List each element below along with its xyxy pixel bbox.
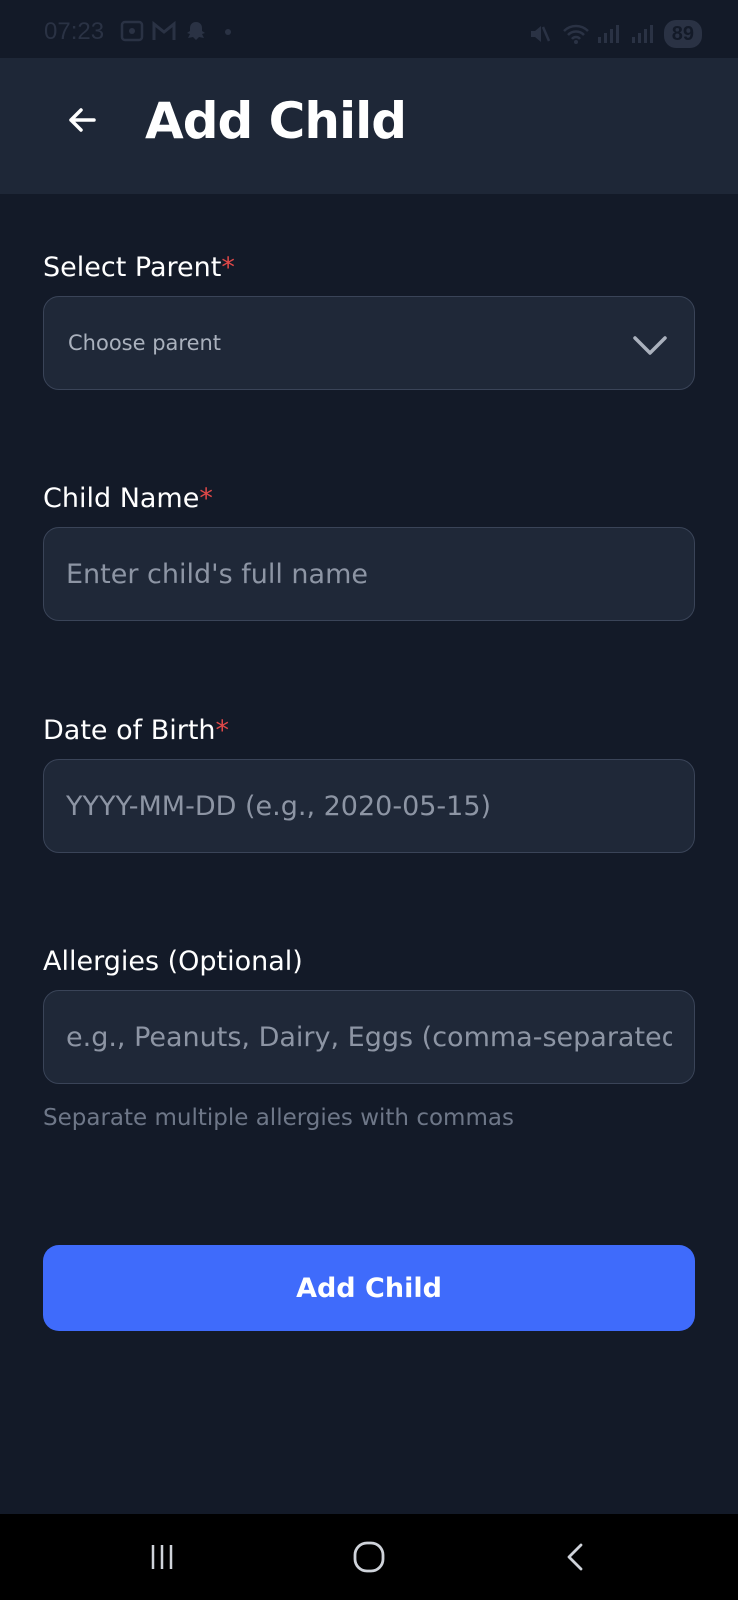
chevron-down-icon: [633, 336, 667, 355]
dob-field-container: [43, 759, 695, 853]
child-name-label-text: Child Name: [43, 483, 200, 514]
dob-input[interactable]: [44, 760, 694, 852]
page-title: Add Child: [145, 92, 407, 150]
recents-button[interactable]: [132, 1534, 192, 1580]
arrow-left-icon: [69, 108, 96, 132]
select-parent-label: Select Parent*: [43, 252, 235, 283]
status-icons-left: [120, 20, 240, 42]
status-time: 07:23: [44, 18, 105, 45]
back-button[interactable]: [56, 94, 108, 146]
add-child-button[interactable]: Add Child: [43, 1245, 695, 1331]
status-icons-right: 89: [528, 20, 702, 48]
allergies-label-text: Allergies (Optional): [43, 946, 303, 977]
allergies-label: Allergies (Optional): [43, 946, 303, 977]
battery-indicator: 89: [663, 20, 702, 48]
mute-icon: [528, 23, 552, 45]
wifi-icon: [562, 23, 589, 45]
dob-label-text: Date of Birth: [43, 715, 216, 746]
child-name-input[interactable]: [44, 528, 694, 620]
required-mark: *: [215, 715, 230, 746]
select-parent-label-text: Select Parent: [43, 252, 222, 283]
allergies-input[interactable]: [44, 991, 694, 1083]
status-bar: 07:23 89: [0, 0, 738, 58]
child-name-label: Child Name*: [43, 483, 213, 514]
gmail-icon: [152, 20, 176, 42]
back-chevron-icon: [567, 1543, 583, 1571]
home-icon: [353, 1541, 385, 1573]
screenshot-icon: [120, 20, 144, 42]
parent-select-value: Choose parent: [68, 331, 222, 355]
parent-select[interactable]: Choose parent: [43, 296, 695, 390]
allergies-helper-text: Separate multiple allergies with commas: [43, 1105, 514, 1131]
signal-icon: [630, 23, 654, 45]
allergies-field-container: [43, 990, 695, 1084]
nav-back-button[interactable]: [546, 1534, 606, 1580]
child-name-field-container: [43, 527, 695, 621]
dot-icon: [216, 20, 240, 42]
system-nav-bar: [0, 1514, 738, 1600]
home-button[interactable]: [339, 1534, 399, 1580]
required-mark: *: [221, 252, 235, 283]
signal-icon: [596, 23, 620, 45]
required-mark: *: [199, 483, 213, 514]
snapchat-icon: [184, 20, 208, 42]
dob-label: Date of Birth*: [43, 715, 229, 746]
recents-icon: [151, 1545, 173, 1569]
